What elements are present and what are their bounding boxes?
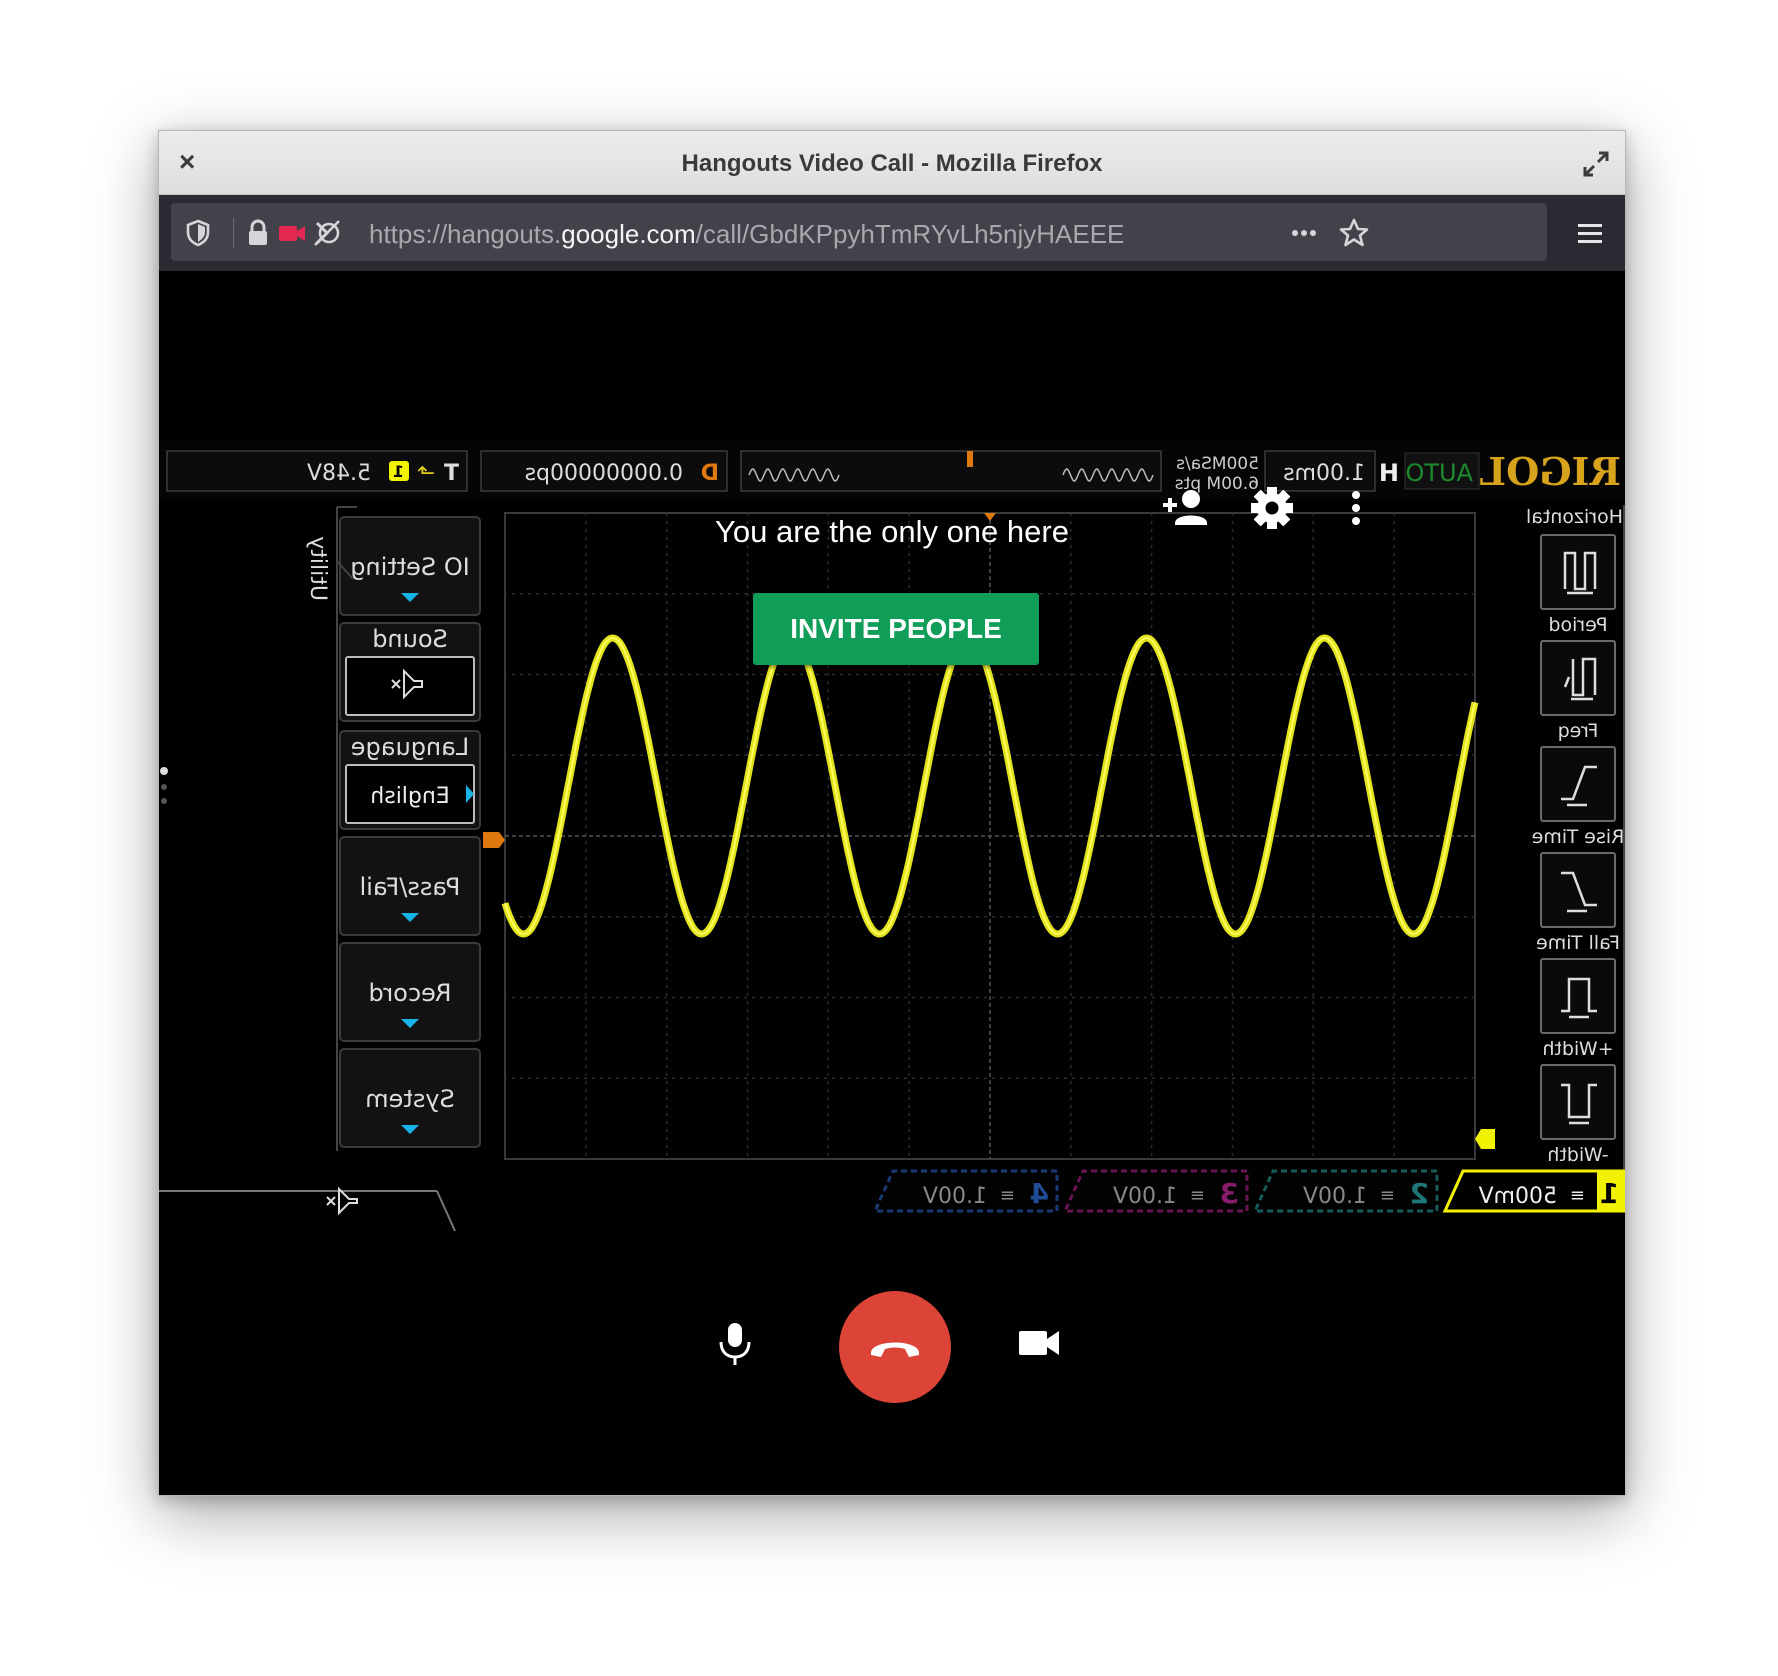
menu-page-dot <box>160 767 168 775</box>
title-bar: × Hangouts Video Call - Mozilla Firefox <box>159 131 1625 195</box>
measure-button-frame <box>1540 958 1616 1034</box>
microphone-icon[interactable] <box>709 1317 761 1369</box>
record-strip-window <box>967 451 973 467</box>
measure-label: Freq <box>1558 720 1599 742</box>
measure-button-frame <box>1540 1064 1616 1140</box>
gear-icon[interactable] <box>1245 481 1299 535</box>
measure-label: Period <box>1548 614 1607 636</box>
lock-icon[interactable] <box>243 218 273 248</box>
urlbar-separator <box>233 218 234 248</box>
measure-button[interactable]: +Width <box>1540 958 1616 1060</box>
channel-tab[interactable]: 2 ≡ 1.00V <box>1252 1169 1439 1213</box>
camera-sharing-icon[interactable] <box>277 218 307 248</box>
soft-menu-item[interactable]: Record <box>339 942 481 1042</box>
soft-menu-item[interactable]: Pass/Fail <box>339 836 481 936</box>
invite-people-button[interactable]: INVITE PEOPLE <box>753 593 1039 665</box>
measure-label: -Width <box>1547 1144 1608 1166</box>
more-vert-icon[interactable] <box>1329 481 1383 535</box>
scope-trig-letter: T <box>444 461 459 486</box>
tracking-shield-icon[interactable] <box>183 218 213 248</box>
measure-button[interactable]: Period <box>1540 534 1616 636</box>
channel-bar: 1 ≡ 500mV 2 ≡ 1.00V 3 ≡ 1.00V 4 ≡ 1.00V <box>872 1169 1626 1213</box>
scope-trig-edge: ⬏ <box>417 461 435 486</box>
measure-button-frame <box>1540 640 1616 716</box>
measure-button[interactable]: Fall Time <box>1536 852 1620 954</box>
oscilloscope-video-feed: RIGOL AUTO H 1.00ms 500MSa/s 6.00M pts D… <box>159 441 1626 1232</box>
url-bar[interactable]: https://hangouts.google.com/call/GbdKPpy… <box>171 203 1547 261</box>
bookmark-star-icon[interactable] <box>1339 218 1369 248</box>
measure-column-border <box>1623 505 1625 1211</box>
measure-label: Fall Time <box>1536 932 1620 954</box>
channel-coupling-icon: ≡ <box>1380 1185 1395 1206</box>
soft-menu-label: Sound <box>372 625 448 653</box>
soft-menu-label: IO Setting <box>350 553 470 581</box>
measure-label: +Width <box>1542 1038 1613 1060</box>
measure-button[interactable]: -Width <box>1540 1064 1616 1166</box>
url-suffix: /call/GbdKPpyhTmRYvLh5njyHAEEE <box>695 219 1125 249</box>
soft-menu-label: Language <box>351 733 469 761</box>
page-actions-icon[interactable] <box>1289 218 1319 248</box>
browser-window: × Hangouts Video Call - Mozilla Firefox <box>158 130 1626 1496</box>
scope-sample-rate: 500MSa/s <box>1176 454 1259 474</box>
url-text[interactable]: https://hangouts.google.com/call/GbdKPpy… <box>369 219 1124 250</box>
measure-button[interactable]: Rise Time <box>1532 746 1625 848</box>
channel-number: 3 <box>1220 1177 1239 1210</box>
channel-tab[interactable]: 1 ≡ 500mV <box>1442 1169 1626 1213</box>
soft-menu-label: Record <box>369 979 452 1007</box>
soft-menu-item[interactable]: System <box>339 1048 481 1148</box>
channel1-marker <box>1475 1129 1495 1149</box>
channel-number: 4 <box>1030 1177 1049 1210</box>
bottom-right-tab <box>159 1190 456 1232</box>
soft-menu-label: Pass/Fail <box>360 873 461 901</box>
channel-coupling-icon: ≡ <box>1570 1185 1585 1206</box>
navigation-bar: https://hangouts.google.com/call/GbdKPpy… <box>159 195 1625 271</box>
soft-menu-value: English <box>370 784 449 809</box>
channel-number: 1 <box>1600 1177 1619 1210</box>
menu-page-dot <box>161 798 167 804</box>
maximize-icon[interactable] <box>1581 149 1611 179</box>
scope-delay: 0.00000000ps <box>525 461 683 486</box>
scope-channel-marker: 1 <box>393 462 404 481</box>
scope-brand: RIGOL <box>1479 449 1621 494</box>
hamburger-menu-icon[interactable] <box>1575 219 1605 249</box>
hang-up-button[interactable] <box>839 1291 951 1403</box>
channel-scale: 1.00V <box>1303 1184 1367 1209</box>
measure-label: Rise Time <box>1532 826 1625 848</box>
soft-menu-item[interactable]: Language English <box>339 730 481 830</box>
channel-scale: 500mV <box>1479 1184 1557 1209</box>
channel-tab[interactable]: 4 ≡ 1.00V <box>872 1169 1059 1213</box>
url-prefix: https://hangouts. <box>369 219 562 249</box>
soft-menu: IO Setting Sound Language English Pass/Fail R… <box>160 506 481 1151</box>
channel-scale: 1.00V <box>923 1184 987 1209</box>
scope-delay-letter: D <box>701 461 719 486</box>
measure-button-frame <box>1540 852 1616 928</box>
channel-coupling-icon: ≡ <box>1000 1185 1015 1206</box>
hangouts-call-area: RIGOL AUTO H 1.00ms 500MSa/s 6.00M pts D… <box>159 271 1626 1495</box>
measure-list: Period Freq Rise Time Fall Time +Width -Width <box>1532 505 1625 1211</box>
scope-speaker-icon <box>338 1186 358 1216</box>
scope-trig-level: 5.48V <box>307 461 371 486</box>
phone-hangup-icon <box>871 1342 919 1357</box>
scope-mode: AUTO <box>1405 459 1473 487</box>
menu-page-dot <box>161 784 167 790</box>
channel-coupling-icon: ≡ <box>1190 1185 1205 1206</box>
trigger-level-marker <box>483 832 505 848</box>
soft-menu-label: System <box>365 1085 455 1113</box>
measure-button[interactable]: Freq <box>1540 640 1616 742</box>
autoplay-blocked-icon[interactable] <box>311 218 341 248</box>
channel-number: 2 <box>1410 1177 1429 1210</box>
channel-scale: 1.00V <box>1113 1184 1177 1209</box>
soft-menu-item[interactable]: Sound <box>339 622 481 722</box>
call-status-text: You are the only one here <box>715 514 1069 549</box>
url-domain: google.com <box>561 219 696 249</box>
video-camera-icon[interactable] <box>1013 1317 1065 1369</box>
add-person-icon[interactable] <box>1159 481 1213 535</box>
window-title: Hangouts Video Call - Mozilla Firefox <box>681 150 1103 177</box>
trigger-level-flag <box>483 832 505 848</box>
soft-menu-value-box <box>345 656 475 716</box>
scope-mute-x <box>326 1196 336 1206</box>
channel-tab[interactable]: 3 ≡ 1.00V <box>1062 1169 1249 1213</box>
